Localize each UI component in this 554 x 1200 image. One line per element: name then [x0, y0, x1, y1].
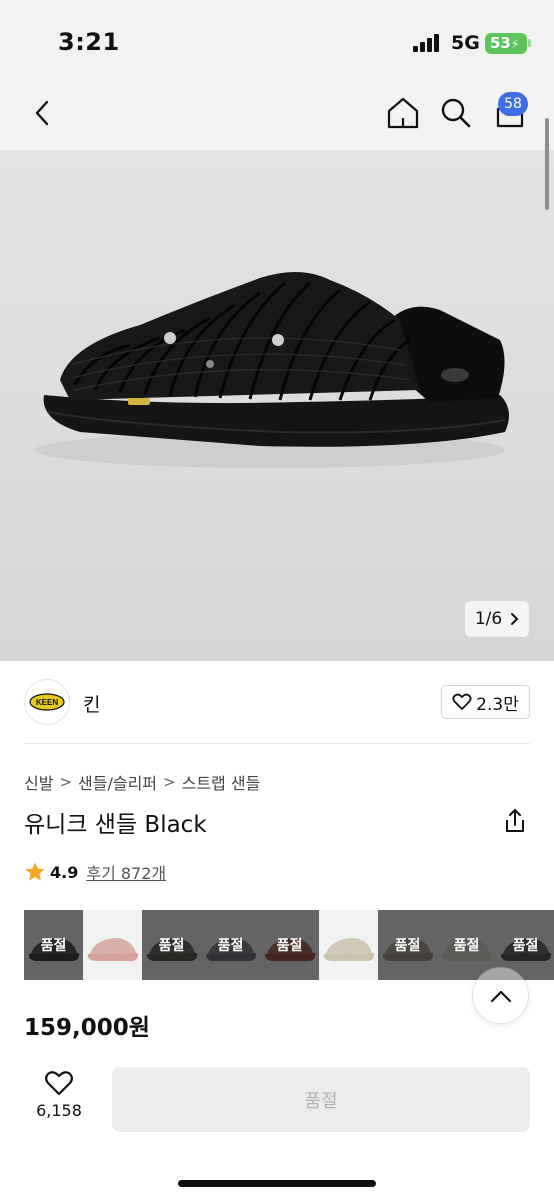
breadcrumb-item[interactable]: 샌들/슬리퍼 [78, 770, 157, 794]
scrollbar-thumb[interactable] [545, 118, 549, 210]
swatch-sold-out-label: 품절 [217, 938, 244, 954]
swatch-sold-out-label: 품절 [276, 938, 303, 954]
divider [24, 743, 530, 744]
heart-icon [452, 693, 472, 710]
back-button[interactable] [20, 88, 64, 138]
breadcrumb: 신발 > 샌들/슬리퍼 > 스트랩 샌들 [24, 770, 260, 794]
chevron-right-icon: > [163, 773, 176, 791]
keen-logo-text: KEEN [36, 698, 58, 707]
home-indicator [178, 1180, 376, 1187]
search-button[interactable] [434, 88, 478, 138]
color-swatch[interactable]: 품절 [260, 910, 319, 980]
swatch-sold-out-label: 품절 [158, 938, 185, 954]
color-swatch[interactable]: 품절 [201, 910, 260, 980]
status-time: 3:21 [58, 28, 120, 56]
rating-value: 4.9 [50, 862, 79, 882]
swatch-sold-out-label [319, 910, 378, 980]
battery-level: 53 [490, 34, 511, 52]
wishlist-button[interactable]: 6,158 [24, 1070, 94, 1130]
color-swatch[interactable]: 품절 [378, 910, 437, 980]
star-icon [25, 862, 45, 881]
network-type: 5G [451, 32, 480, 54]
color-swatch[interactable] [83, 910, 142, 980]
wishlist-count: 6,158 [36, 1101, 82, 1120]
product-price: 159,000원 [24, 1015, 150, 1041]
chevron-up-icon [490, 990, 511, 1002]
color-swatch[interactable]: 품절 [24, 910, 83, 980]
swatch-sold-out-label: 품절 [40, 938, 67, 954]
color-swatch[interactable] [319, 910, 378, 980]
back-icon [35, 100, 49, 126]
breadcrumb-item[interactable]: 스트랩 샌들 [182, 770, 261, 794]
nav-bar [0, 88, 554, 150]
share-icon [506, 809, 524, 832]
product-image-gallery[interactable] [0, 150, 554, 661]
signal-icon [413, 34, 443, 52]
share-button[interactable] [500, 806, 530, 836]
cart-count-badge: 58 [498, 92, 528, 116]
color-options: 품절 품절 품절 품절 품절 품절 품절 [24, 910, 554, 980]
rating-row: 4.9 후기 872개 [24, 860, 166, 884]
color-swatch[interactable]: 품절 [437, 910, 496, 980]
chevron-right-icon: > [59, 773, 73, 791]
product-image [35, 271, 510, 468]
brand-like-count: 2.3만 [476, 694, 519, 715]
chevron-right-icon [511, 613, 519, 625]
gallery-page-indicator[interactable]: 1/6 [465, 601, 529, 637]
keen-logo-icon: KEEN [29, 693, 65, 711]
battery-tip [528, 39, 531, 47]
breadcrumb-item[interactable]: 신발 [24, 770, 53, 794]
product-title: 유니크 샌들 Black [24, 812, 207, 838]
swatch-sold-out-label [83, 910, 142, 980]
gallery-page-text: 1/6 [474, 609, 503, 629]
review-count-link[interactable]: 후기 872개 [86, 860, 166, 884]
sold-out-button[interactable]: 품절 [112, 1067, 530, 1132]
home-button[interactable] [381, 88, 425, 138]
swatch-sold-out-label: 품절 [453, 938, 480, 954]
color-swatch[interactable]: 품절 [496, 910, 554, 980]
brand-like-button[interactable]: 2.3만 [441, 685, 530, 719]
brand-name[interactable]: 킨 [83, 690, 100, 717]
swatch-sold-out-label: 품절 [394, 938, 421, 954]
heart-icon [45, 1071, 73, 1096]
brand-row: KEEN 킨 2.3만 [0, 661, 554, 745]
color-swatch[interactable]: 품절 [142, 910, 201, 980]
brand-logo[interactable]: KEEN [24, 679, 70, 725]
swatch-sold-out-label: 품절 [512, 938, 539, 954]
home-icon [387, 97, 419, 129]
status-bar: 3:21 5G 53⚡ [0, 0, 554, 88]
search-icon [441, 98, 471, 128]
battery-icon: 53⚡ [485, 33, 527, 54]
bottom-purchase-bar: 6,158 품절 [0, 1050, 554, 1200]
